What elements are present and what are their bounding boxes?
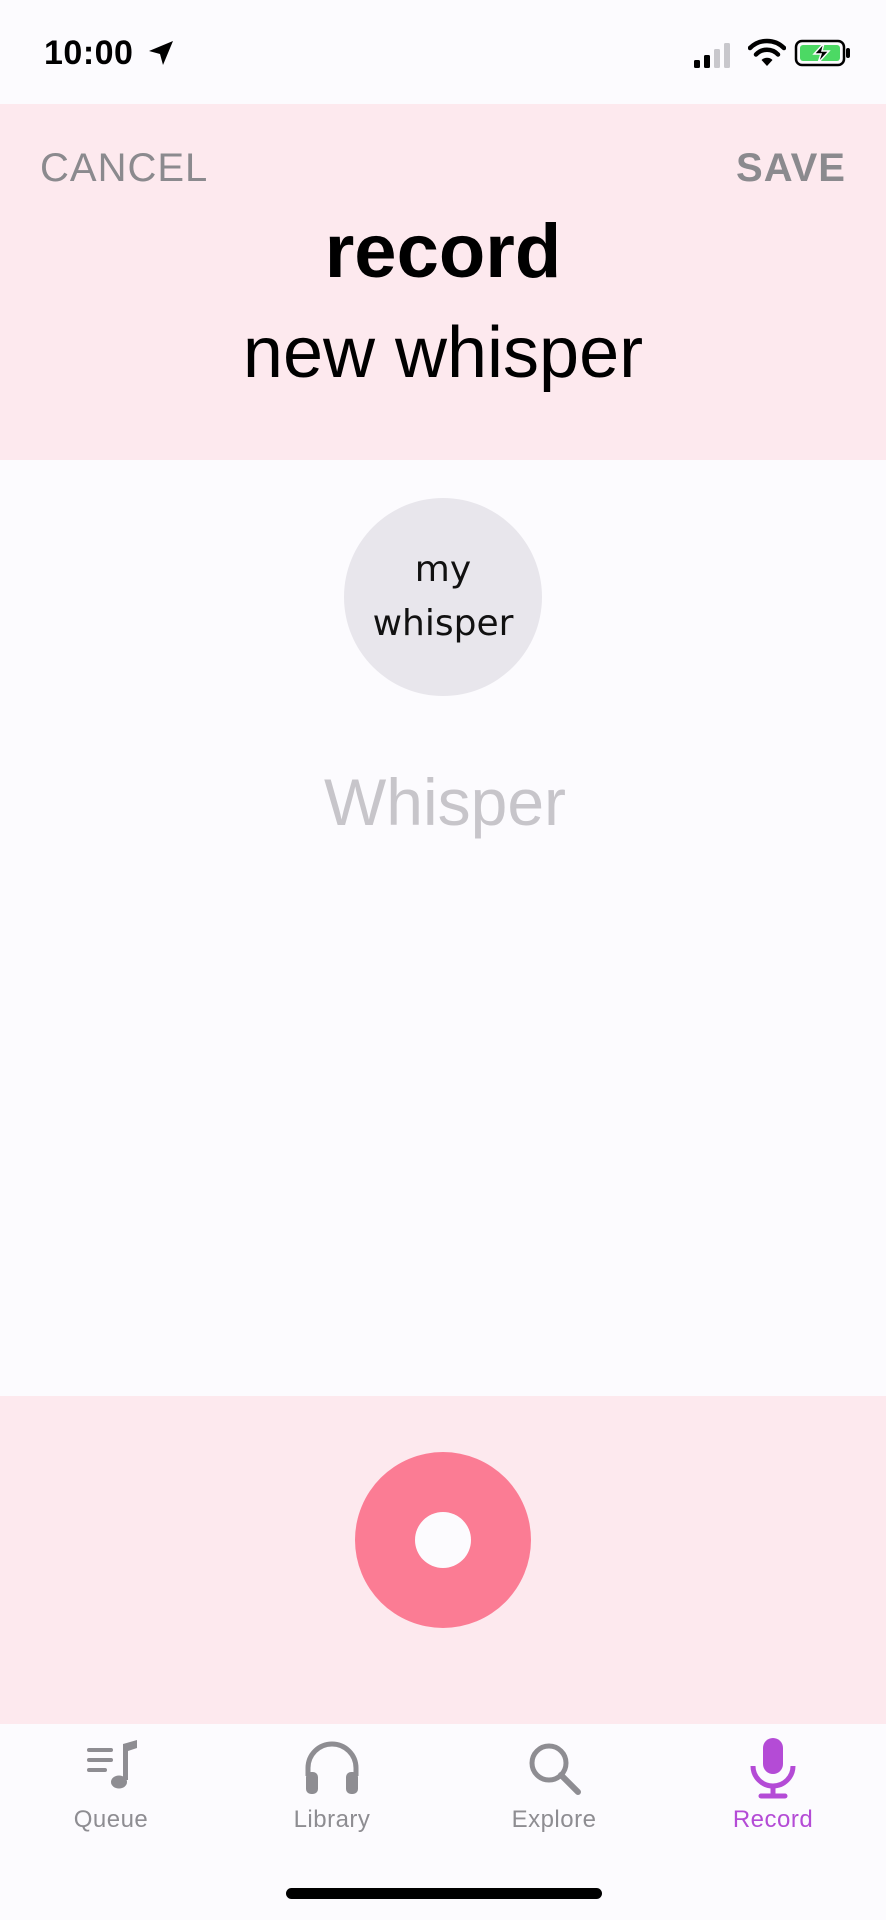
record-button-center: [415, 1512, 471, 1568]
status-bar: 10:00: [0, 0, 886, 104]
location-arrow-icon: [149, 41, 173, 65]
page-title: record: [324, 209, 562, 294]
cellular-signal-icon: [694, 43, 730, 68]
tab-library[interactable]: Library: [252, 1736, 412, 1836]
tab-label: Library: [293, 1806, 371, 1833]
whisper-title-input[interactable]: [150, 756, 740, 848]
home-indicator: [286, 1888, 602, 1899]
status-time: 10:00: [44, 34, 134, 72]
tab-label: Queue: [73, 1806, 149, 1833]
wifi-icon: [748, 38, 786, 66]
cancel-button[interactable]: CANCEL: [40, 146, 208, 191]
save-button[interactable]: SAVE: [736, 146, 846, 191]
page-subtitle: new whisper: [242, 313, 644, 393]
avatar-label: my whisper: [372, 549, 514, 644]
search-icon: [529, 1743, 581, 1795]
microphone-icon: [750, 1738, 796, 1799]
tab-queue[interactable]: Queue: [31, 1736, 191, 1836]
tab-explore[interactable]: Explore: [474, 1736, 634, 1836]
record-button[interactable]: [355, 1452, 531, 1628]
whisper-avatar[interactable]: my whisper: [344, 498, 542, 696]
tab-label: Explore: [511, 1806, 597, 1833]
tab-record[interactable]: Record: [693, 1736, 853, 1836]
headphones-icon: [305, 1741, 359, 1794]
record-screen: 10:00 CANCEL SAVE record new whisper my …: [0, 0, 886, 1920]
tab-label: Record: [732, 1806, 814, 1833]
battery-charging-icon: [794, 39, 850, 67]
music-queue-icon: [87, 1740, 137, 1789]
